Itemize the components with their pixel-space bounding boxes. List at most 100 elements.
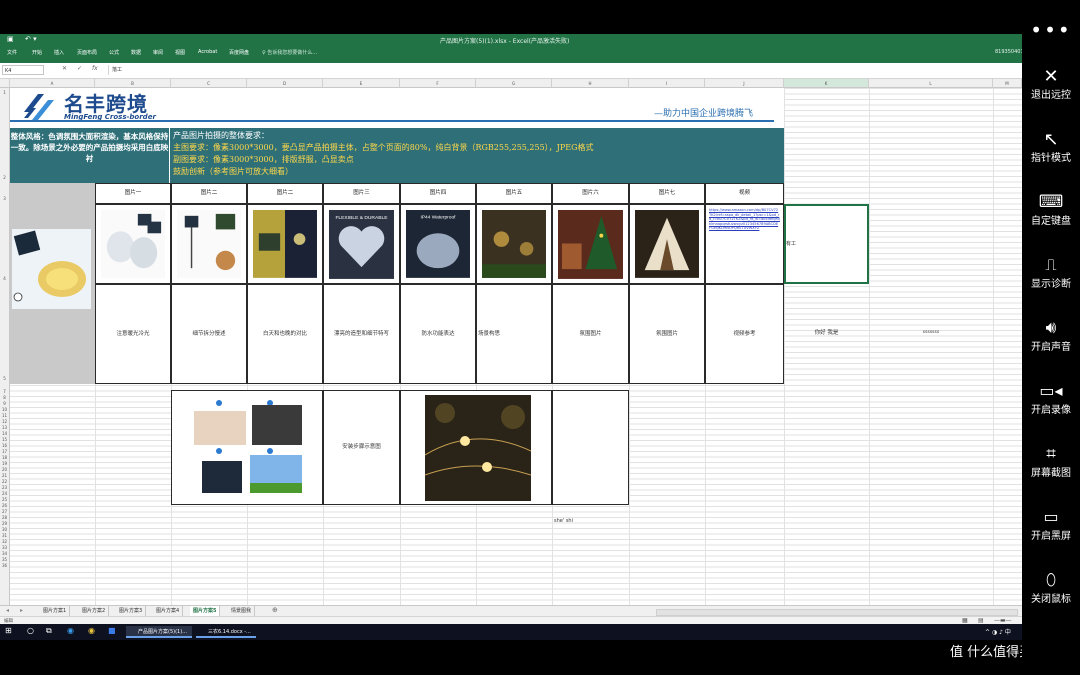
row-header[interactable]: 3: [0, 196, 10, 204]
desc-extra-1[interactable]: 你好 我是: [784, 284, 869, 384]
header-video[interactable]: 视频: [705, 183, 784, 204]
menu-insert[interactable]: 插入: [54, 49, 64, 56]
taskbar-excel[interactable]: 产品图片方案(5)(1)...: [126, 626, 192, 638]
menu-page-layout[interactable]: 页面布局: [77, 49, 97, 56]
header-image-7[interactable]: 图片七: [629, 183, 705, 204]
windows-start-icon[interactable]: ⊞: [5, 626, 12, 635]
tray-icons[interactable]: ^ ◑ ♪ 中: [985, 627, 1011, 636]
row-header[interactable]: 1: [0, 90, 10, 98]
image-cell-8[interactable]: [629, 204, 705, 284]
sheet-tab-6[interactable]: 情景图我: [228, 606, 256, 616]
column-header[interactable]: L: [869, 79, 993, 88]
header-image-4[interactable]: 图片四: [400, 183, 476, 204]
row-header[interactable]: 4: [0, 276, 10, 284]
desc-1[interactable]: 注意暖光冷光: [95, 284, 171, 384]
row-header[interactable]: 5: [0, 376, 10, 384]
column-header[interactable]: H: [552, 79, 629, 88]
menu-formulas[interactable]: 公式: [109, 49, 119, 56]
desc-4[interactable]: 漂亮的造型和细节特写: [323, 284, 400, 384]
name-box[interactable]: K4: [2, 65, 44, 75]
tell-me-search[interactable]: ♀ 告诉我您想要做什么...: [262, 49, 317, 56]
fx-icon[interactable]: fx: [92, 65, 98, 72]
column-header[interactable]: B: [95, 79, 171, 88]
taskbar-word[interactable]: 三农6.14.docx -...: [196, 626, 256, 638]
desc-extra-2[interactable]: sssssss: [869, 284, 993, 384]
formula-input[interactable]: 落工: [108, 65, 1012, 75]
sheet-tab-1[interactable]: 图片方案1: [40, 606, 71, 616]
more-menu-button[interactable]: •••: [1022, 18, 1080, 42]
image-cell-4[interactable]: FLEXIBLE & DURABLE: [323, 204, 400, 284]
exit-remote-button[interactable]: ✕ 退出远控: [1022, 66, 1080, 101]
desc-2[interactable]: 细节拆分慢述: [171, 284, 247, 384]
app-icon[interactable]: ■: [108, 626, 116, 635]
empty-bordered-cell[interactable]: [552, 390, 629, 505]
column-header[interactable]: D: [247, 79, 323, 88]
horizontal-scrollbar[interactable]: [656, 609, 1018, 616]
sheet-tab-4[interactable]: 图片方案4: [153, 606, 184, 616]
edge-icon[interactable]: ◉: [67, 626, 74, 635]
add-sheet-icon[interactable]: ⊕: [272, 606, 278, 614]
desc-3[interactable]: 白天和也晚的对比: [247, 284, 323, 384]
pointer-mode-button[interactable]: ↖ 指针模式: [1022, 129, 1080, 164]
desc-video[interactable]: 视频参考: [705, 284, 784, 384]
undo-icon[interactable]: ↶ ▾: [25, 35, 37, 43]
menu-data[interactable]: 数据: [131, 49, 141, 56]
zoom-slider[interactable]: —▬—: [994, 617, 1012, 624]
menu-view[interactable]: 视图: [175, 49, 185, 56]
start-recording-button[interactable]: ▭◂ 开启录像: [1022, 381, 1080, 416]
column-header[interactable]: E: [323, 79, 400, 88]
page-layout-icon[interactable]: ▤: [978, 617, 984, 624]
image-cell-3[interactable]: [247, 204, 323, 284]
image-cell-5[interactable]: IP44 Waterproof: [400, 204, 476, 284]
menu-baidu-disk[interactable]: 百度网盘: [229, 49, 249, 56]
desc-5[interactable]: 防水功能表达: [400, 284, 476, 384]
sheet-tab-2[interactable]: 图片方案2: [79, 606, 110, 616]
sheet-tab-3[interactable]: 图片方案3: [116, 606, 147, 616]
menu-review[interactable]: 审阅: [153, 49, 163, 56]
custom-keyboard-button[interactable]: ⌨ 自定键盘: [1022, 192, 1080, 227]
column-header[interactable]: J: [705, 79, 784, 88]
install-steps-image[interactable]: [171, 390, 323, 505]
desc-6[interactable]: 场景构思: [476, 284, 552, 384]
column-header[interactable]: G: [476, 79, 552, 88]
header-image-6[interactable]: 图片六: [552, 183, 629, 204]
account-name[interactable]: 819350401: [995, 49, 1022, 55]
column-header[interactable]: A: [10, 79, 95, 88]
task-view-icon[interactable]: ⧉: [46, 626, 52, 636]
requirements-bar[interactable]: 整体风格：色调氛围大面积渲染，基本风格保持一致。除场景之外必要的产品拍摄均采用白…: [10, 128, 784, 183]
header-image-2b[interactable]: 图片二: [247, 183, 323, 204]
save-icon[interactable]: ▣: [7, 35, 14, 43]
disable-mouse-button[interactable]: ⬯ 关闭鼠标: [1022, 570, 1080, 605]
menu-file[interactable]: 文件: [7, 49, 17, 56]
header-image-1[interactable]: 图片一: [95, 183, 171, 204]
enable-sound-button[interactable]: 🔊︎ 开启声音: [1022, 318, 1080, 353]
menu-home[interactable]: 开始: [32, 49, 42, 56]
header-image-2[interactable]: 图片二: [171, 183, 247, 204]
image-cell-7[interactable]: [552, 204, 629, 284]
column-header[interactable]: K: [784, 79, 869, 88]
image-cell-6[interactable]: [476, 204, 552, 284]
tab-scroll-left-icon[interactable]: ◂: [6, 607, 9, 614]
screenshot-button[interactable]: ⌗ 屏幕截图: [1022, 444, 1080, 479]
select-all-corner[interactable]: [0, 79, 10, 88]
desc-8[interactable]: 氛围图片: [629, 284, 705, 384]
video-link[interactable]: https://www.amazon.com/dp/B07CV72TK2/ref…: [705, 204, 784, 284]
image-cell-2[interactable]: [171, 204, 247, 284]
search-icon[interactable]: ○: [27, 626, 34, 635]
bokeh-image-cell[interactable]: [400, 390, 552, 505]
selected-cell[interactable]: [784, 204, 869, 284]
header-image-3[interactable]: 图片三: [323, 183, 400, 204]
desc-7[interactable]: 氛围图片: [552, 284, 629, 384]
chrome-icon[interactable]: ◉: [88, 626, 95, 635]
black-screen-button[interactable]: ▭ 开启黑屏: [1022, 507, 1080, 542]
column-header[interactable]: F: [400, 79, 476, 88]
menu-acrobat[interactable]: Acrobat: [198, 49, 217, 55]
column-header[interactable]: M: [993, 79, 1022, 88]
row-header[interactable]: 2: [0, 175, 10, 183]
product-image[interactable]: [12, 229, 91, 309]
column-header[interactable]: I: [629, 79, 705, 88]
enter-icon[interactable]: ✓: [77, 65, 82, 72]
header-image-5[interactable]: 图片五: [476, 183, 552, 204]
display-diagnostics-button[interactable]: ⎍ 显示诊断: [1022, 255, 1080, 290]
normal-view-icon[interactable]: ▦: [962, 617, 968, 624]
